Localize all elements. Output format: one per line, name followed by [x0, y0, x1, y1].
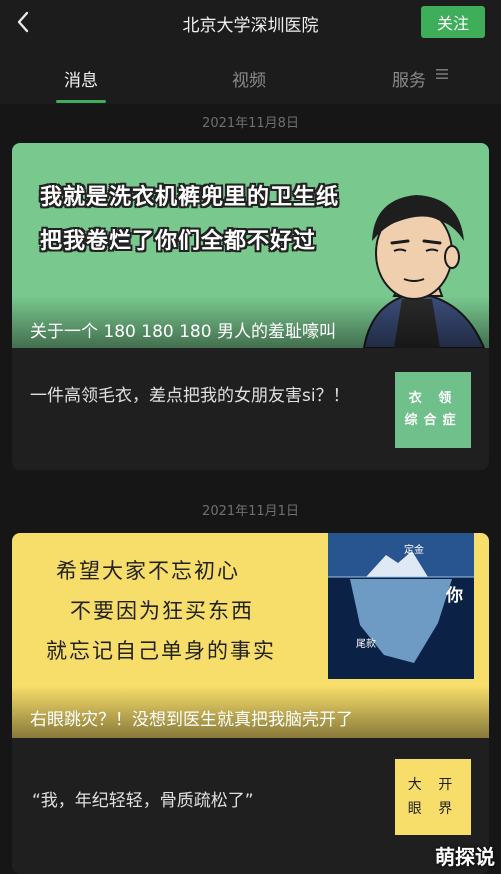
- thumbnail-text-line: 综合症: [404, 413, 462, 428]
- cover-text-line: 我就是洗衣机裤兜里的卫生纸: [40, 185, 340, 210]
- active-tab-indicator: [56, 100, 106, 103]
- cover-text-line: 就忘记自己单身的事实: [46, 639, 276, 663]
- cover-text-line: 把我卷烂了你们全都不好过: [40, 229, 317, 254]
- sub-article-title[interactable]: “我，年纪轻轻，骨质疏松了”: [32, 788, 372, 814]
- article-cover-image: 希望大家不忘初心 不要因为狂买东西 就忘记自己单身的事实 定金 你 尾款 右眼跳…: [12, 533, 489, 738]
- article-card[interactable]: 我就是洗衣机裤兜里的卫生纸 把我卷烂了你们全都不好过 关于一个 180 180 …: [12, 143, 489, 470]
- cover-text-line: 希望大家不忘初心: [56, 559, 240, 583]
- thumbnail-text-line: 眼 界: [407, 801, 459, 817]
- article-title: 关于一个 180 180 180 男人的羞耻嚎叫: [30, 322, 336, 342]
- post-date: 2021年11月8日: [202, 116, 299, 131]
- article-card[interactable]: 希望大家不忘初心 不要因为狂买东西 就忘记自己单身的事实 定金 你 尾款 右眼跳…: [12, 533, 489, 874]
- thumbnail-text-line: 衣 领: [408, 391, 458, 406]
- thumbnail-text-line: 大 开: [407, 777, 459, 793]
- top-bar: 北京大学深圳医院 关注: [0, 0, 501, 46]
- article-cover-image: 我就是洗衣机裤兜里的卫生纸 把我卷烂了你们全都不好过 关于一个 180 180 …: [12, 143, 489, 348]
- sub-article-thumbnail[interactable]: 大 开 眼 界: [395, 759, 471, 835]
- article-title: 右眼跳灾？！没想到医生就真把我脑壳开了: [30, 710, 353, 730]
- cover-text-line: 不要因为狂买东西: [70, 599, 254, 623]
- menu-icon[interactable]: [436, 68, 448, 80]
- tab-messages[interactable]: 消息: [64, 66, 98, 91]
- iceberg-label-middle: 你: [446, 586, 463, 606]
- iceberg-label-top: 定金: [404, 545, 424, 556]
- sub-article-title[interactable]: 一件高领毛衣，差点把我的女朋友害si？！: [30, 383, 350, 409]
- iceberg-image: 定金 你 尾款: [328, 533, 474, 679]
- tab-videos[interactable]: 视频: [232, 66, 266, 91]
- follow-button[interactable]: 关注: [421, 6, 485, 38]
- post-date: 2021年11月1日: [202, 504, 299, 519]
- tab-services[interactable]: 服务: [392, 66, 426, 91]
- sub-article-thumbnail[interactable]: 衣 领 综合症: [395, 372, 471, 448]
- tab-bar: 消息 视频 服务: [0, 46, 501, 104]
- iceberg-label-bottom: 尾款: [356, 639, 376, 650]
- watermark: 萌探说: [435, 845, 495, 869]
